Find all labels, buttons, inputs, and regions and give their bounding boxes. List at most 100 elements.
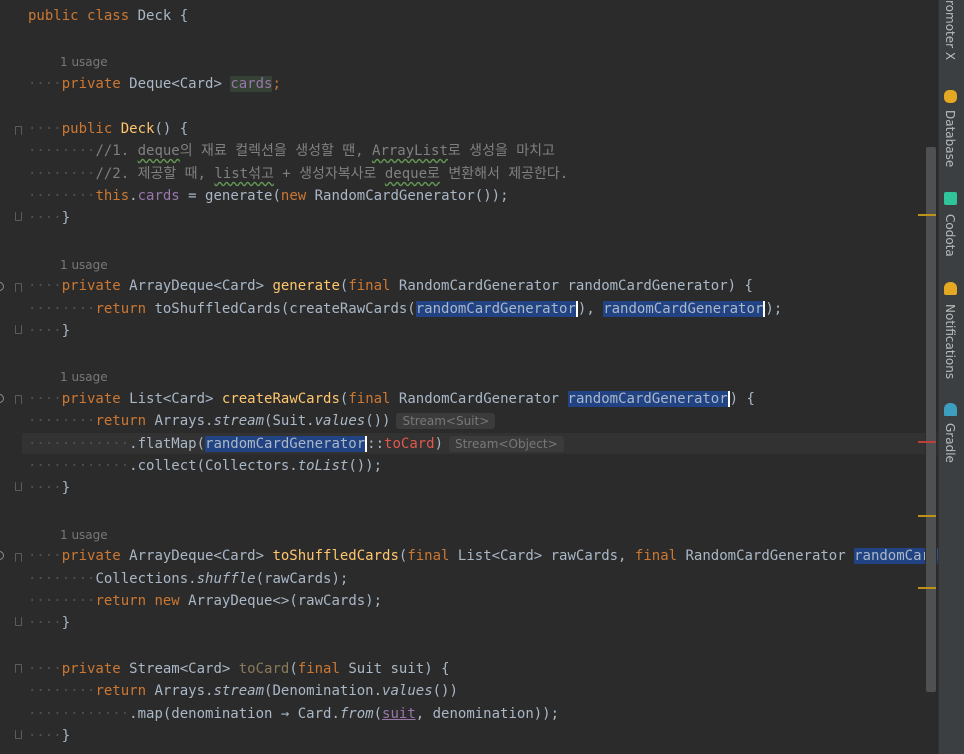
tool-label: Gradle [943,423,957,463]
fold-marker[interactable] [15,283,22,292]
fold-marker[interactable] [15,212,22,221]
method-gutter-icon[interactable] [0,551,4,560]
code-text: .flatMap( [129,436,206,452]
right-tool-window-bar: romoter X Database Codota Notifications … [938,0,964,754]
method-gutter-icon[interactable] [0,394,4,403]
method-name: toCard [238,661,290,677]
comment-text: 로 생성을 마치고 [447,143,555,159]
keyword: private [61,278,121,294]
fold-marker[interactable] [15,482,22,491]
code-text: { [171,8,189,24]
code-text: ( [289,661,298,677]
keyword: final [634,548,678,564]
code-line: ····} [28,728,71,744]
keyword: public [61,121,113,137]
static-call: stream [213,413,265,429]
code-text: = generate( [179,188,281,204]
scrollbar-thumb[interactable] [926,147,936,692]
code-text: ; [272,76,281,92]
highlighted-usage: randomCardGenerator [415,301,578,317]
code-line: ····} [28,323,71,339]
method-gutter-icon[interactable] [0,282,4,291]
comment-text: deque [137,143,180,159]
code-text: } [61,480,71,496]
code-line: ········this.cards = generate(new Random… [28,188,509,204]
fold-marker[interactable] [15,617,22,626]
code-text: Suit suit) { [339,661,450,677]
comment-text: ArrayList [372,143,448,159]
warning-stripe[interactable] [918,587,936,589]
code-text: toShuffledCards(createRawCards( [146,301,416,317]
code-text: ArrayDeque<Card> [120,278,273,294]
code-text: .collect(Collectors. [129,458,298,474]
comment-line: ········//2. 제공할 때, list섞고 + 생성자복사로 dequ… [28,166,569,182]
keyword: final [297,661,340,677]
comment-line: ········//1. deque의 재료 컬렉션을 생성할 땐, Array… [28,143,555,159]
code-line: ····private ArrayDeque<Card> generate(fi… [28,278,753,294]
code-line: ····private Stream<Card> toCard(final Su… [28,661,450,677]
method-name: Deck [120,121,155,137]
code-text: ()) [365,413,391,429]
code-line: ········return Arrays.stream(Denominatio… [28,683,458,699]
field-name: cards [230,76,273,92]
tool-label: Codota [943,214,957,257]
code-text: } [61,323,71,339]
static-call: values [382,683,433,699]
type-hint[interactable]: Stream<Object> [449,436,564,452]
code-text: ArrayDeque<Card> [120,548,273,564]
code-line: ····} [28,480,71,496]
code-text: RandomCardGenerator()); [306,188,509,204]
code-text: RandomCardGenerator randomCardGenerator)… [390,278,753,294]
warning-stripe[interactable] [918,214,936,216]
tool-label: Notifications [943,304,957,380]
code-text: ()) [432,683,458,699]
code-text: RandomCardGenerator [677,548,855,564]
code-text: RandomCardGenerator [390,391,568,407]
code-line: ····private ArrayDeque<Card> toShuffledC… [28,546,938,566]
parameter-usage: suit [382,706,416,722]
code-line: ····} [28,615,71,631]
fold-marker[interactable] [15,664,22,673]
editor-gutter[interactable] [0,0,22,754]
keyword: private [61,661,121,677]
fold-marker[interactable] [15,730,22,739]
usage-hint[interactable]: 1 usage [60,54,108,70]
comment-text: deque로 [384,166,440,182]
method-name: createRawCards [221,391,340,407]
usage-hint[interactable]: 1 usage [60,527,108,543]
warning-stripe[interactable] [918,515,936,517]
method-reference: toCard [384,436,435,452]
fold-marker[interactable] [15,325,22,334]
type-hint[interactable]: Stream<Suit> [396,413,496,429]
code-text: ( [373,706,383,722]
database-icon [944,90,957,103]
keyword: final [348,391,391,407]
code-editor[interactable]: public class Deck { 1 usage ····private … [28,0,938,754]
code-text: Stream<Card> [120,661,239,677]
code-line: ············.map(denomination → Card.fro… [28,706,560,722]
code-text: :: [367,436,385,452]
code-line: ············.flatMap(randomCardGenerator… [28,434,564,454]
keyword: private [61,391,121,407]
keyword: private [61,548,121,564]
tool-label: romoter X [943,0,957,61]
field-name: cards [137,188,180,204]
code-line: ····private List<Card> createRawCards(fi… [28,391,755,407]
keyword: return [95,413,147,429]
code-text: ); [765,301,783,317]
fold-marker[interactable] [15,126,22,135]
code-line: public class Deck { [28,6,188,26]
fold-marker[interactable] [15,553,22,562]
fold-marker[interactable] [15,395,22,404]
code-line: ········return Arrays.stream(Suit.values… [28,411,496,431]
code-text: , denomination)); [415,706,560,722]
code-text: } [61,210,71,226]
comment-text: //1. [95,143,138,159]
usage-hint[interactable]: 1 usage [60,257,108,273]
code-text: (Suit. [264,413,315,429]
error-stripe[interactable] [918,441,936,443]
keyword: new [280,188,307,204]
code-text: ()); [348,458,383,474]
codota-icon [944,192,957,205]
usage-hint[interactable]: 1 usage [60,369,108,385]
